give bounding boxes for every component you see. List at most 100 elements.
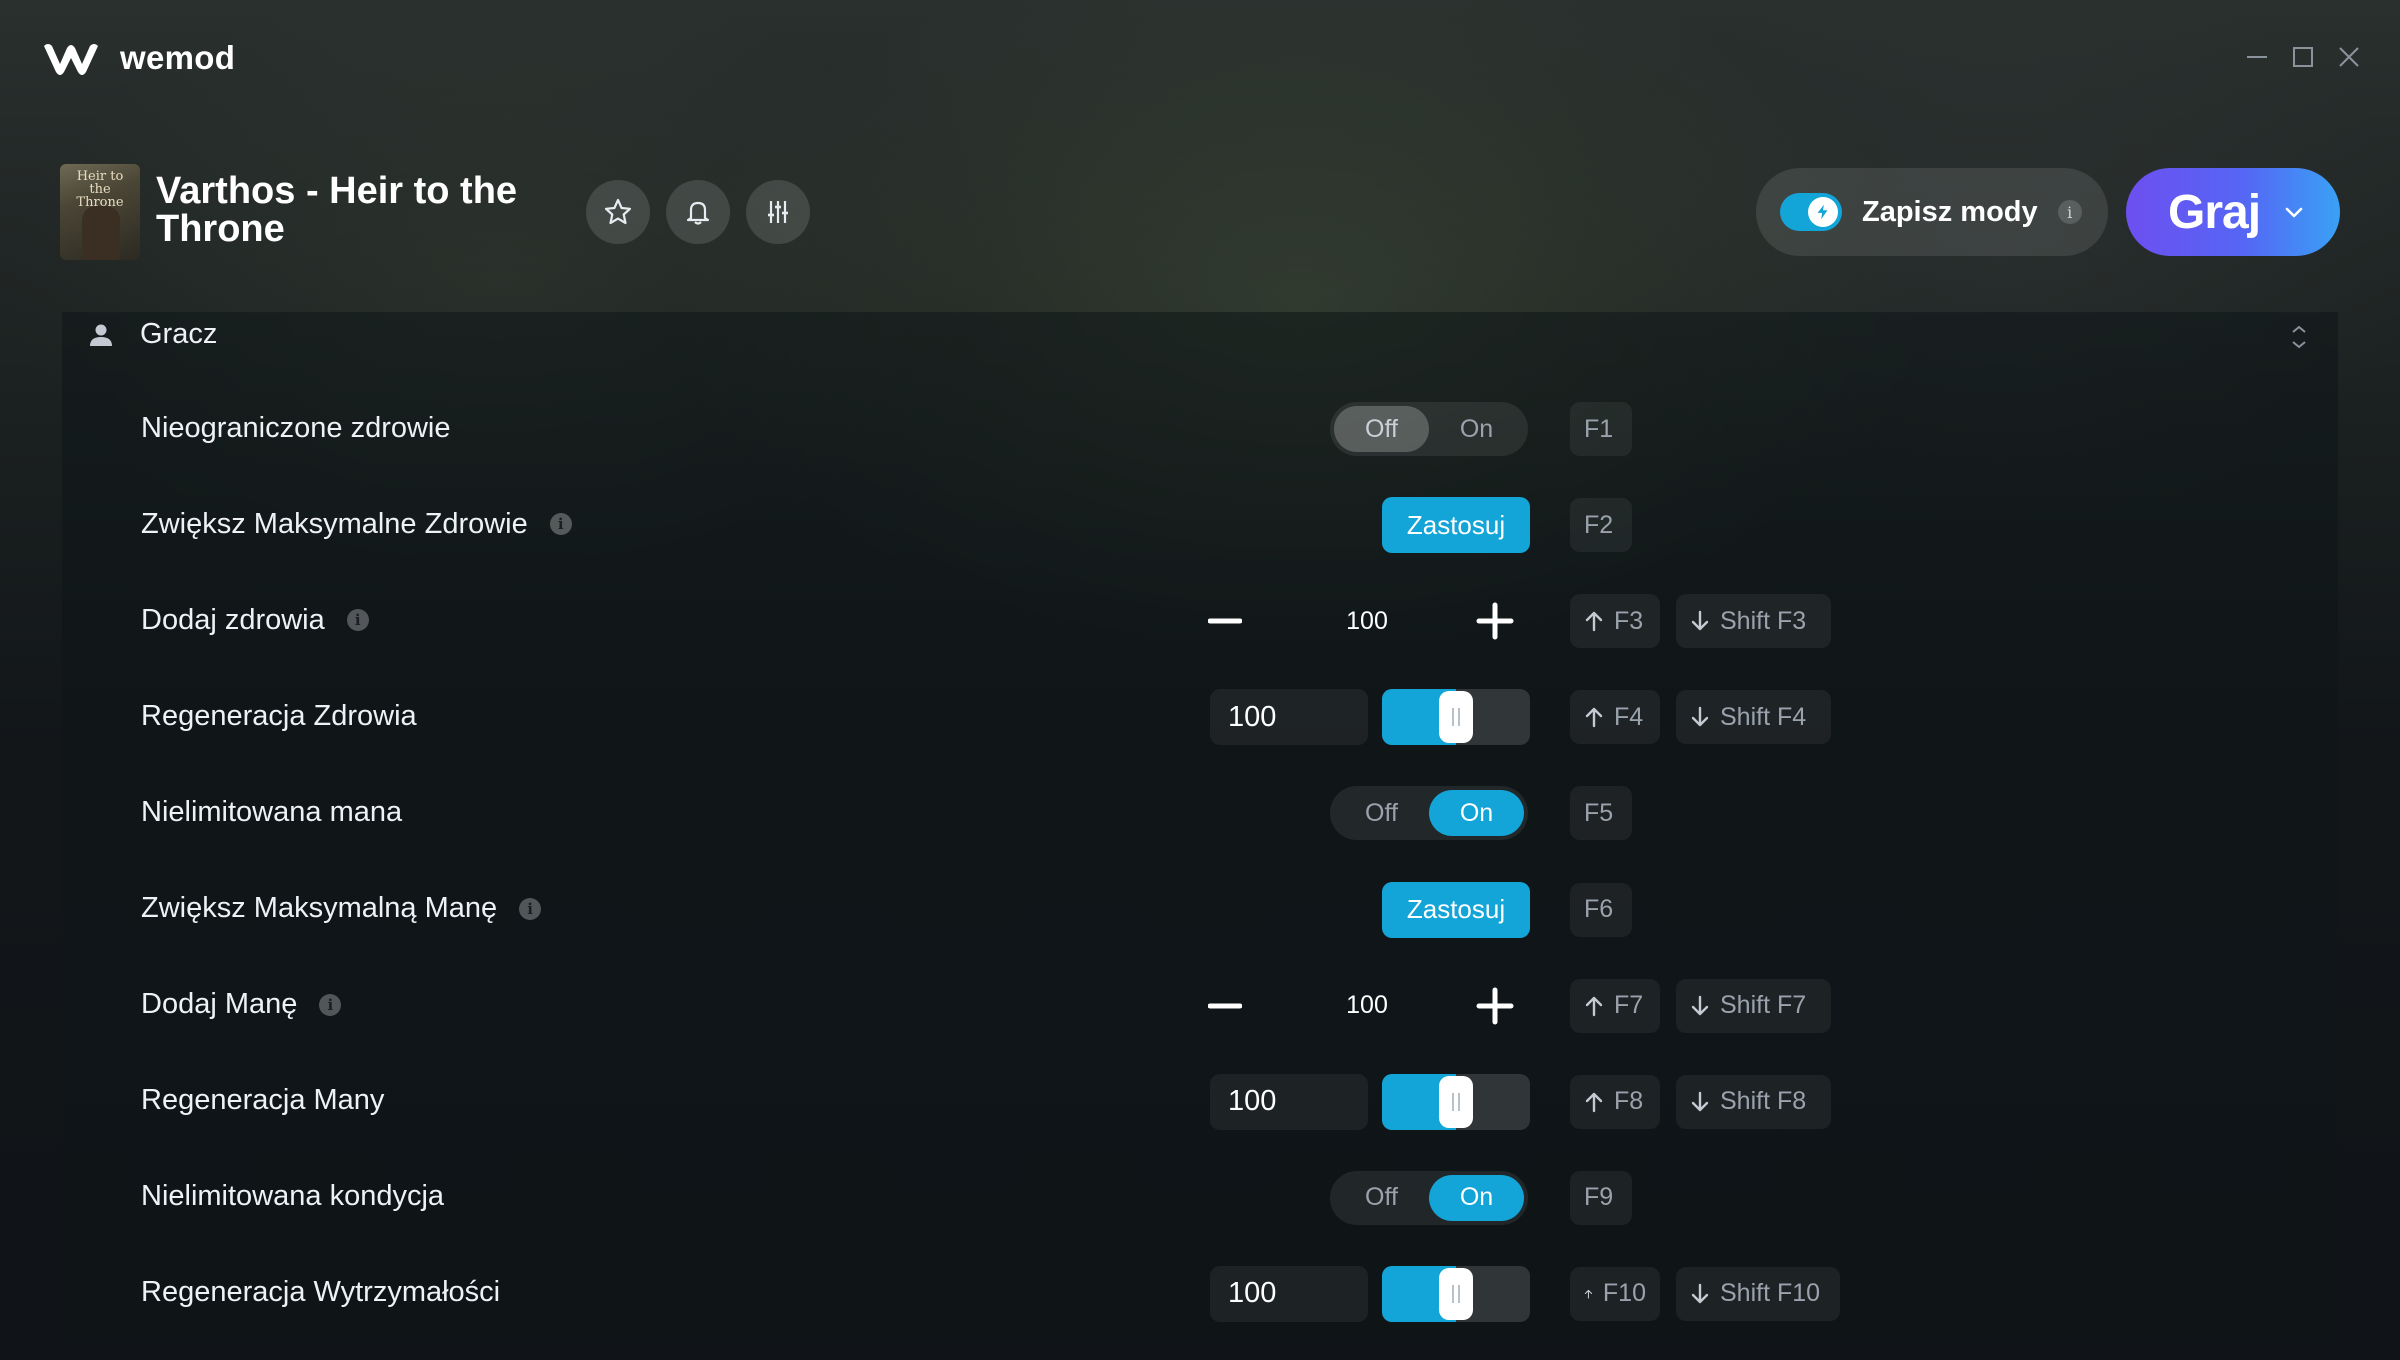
apply-button[interactable]: Zastosuj bbox=[1382, 881, 1530, 938]
value-input[interactable]: 100 bbox=[1210, 1265, 1368, 1322]
favorite-button[interactable] bbox=[586, 180, 650, 244]
hotkey-label: Shift F10 bbox=[1720, 1279, 1821, 1308]
hotkey-badge[interactable]: F4 bbox=[1570, 690, 1660, 745]
game-title: Varthos - Heir to the Throne bbox=[156, 170, 518, 250]
close-icon[interactable] bbox=[2338, 46, 2360, 68]
value-stepper: 100 bbox=[1208, 594, 1532, 648]
toggle-on-option[interactable]: On bbox=[1429, 790, 1524, 837]
info-icon[interactable]: i bbox=[549, 513, 572, 536]
hotkey-badge[interactable]: F3 bbox=[1570, 594, 1660, 649]
hotkey-badge[interactable]: Shift F10 bbox=[1676, 1266, 1840, 1321]
value-slider[interactable] bbox=[1382, 689, 1530, 746]
slider-thumb[interactable] bbox=[1439, 1267, 1473, 1320]
mod-label: Dodaj zdrowia bbox=[141, 603, 325, 636]
hotkey-label: F5 bbox=[1584, 798, 1614, 827]
game-thumbnail-title: Heir to the Throne bbox=[76, 169, 124, 210]
minus-icon[interactable] bbox=[1208, 991, 1242, 1021]
arrow-down-icon bbox=[1691, 707, 1709, 727]
mod-label: Zwiększ Maksymalne Zdrowie bbox=[141, 507, 528, 540]
arrow-up-icon bbox=[1585, 611, 1603, 632]
hotkey-badge[interactable]: Shift F4 bbox=[1676, 690, 1831, 745]
hotkey-label: F4 bbox=[1614, 702, 1644, 731]
mod-label-group: Dodaj Manę i bbox=[141, 957, 342, 1053]
play-label: Graj bbox=[2168, 185, 2261, 239]
minimize-icon[interactable] bbox=[2246, 46, 2268, 68]
stepper-value[interactable]: 100 bbox=[1292, 594, 1442, 648]
hotkey-label: F3 bbox=[1614, 606, 1644, 635]
mod-row: Nieograniczone zdrowie Off On F1 bbox=[0, 380, 2400, 476]
hotkey-badge[interactable]: F9 bbox=[1570, 1170, 1632, 1225]
notifications-button[interactable] bbox=[666, 180, 730, 244]
minus-icon[interactable] bbox=[1208, 606, 1242, 636]
hotkey-badge[interactable]: F6 bbox=[1570, 882, 1632, 937]
value-input[interactable]: 100 bbox=[1210, 689, 1368, 746]
mod-label: Regeneracja Many bbox=[141, 1084, 385, 1117]
plus-icon[interactable] bbox=[1476, 987, 1514, 1025]
collapse-icon[interactable] bbox=[2286, 322, 2312, 352]
toggle-off-option[interactable]: Off bbox=[1334, 790, 1429, 836]
slider-thumb[interactable] bbox=[1439, 691, 1473, 744]
mod-label: Regeneracja Wytrzymałości bbox=[141, 1276, 501, 1309]
play-button[interactable]: Graj bbox=[2126, 168, 2340, 256]
toggle-off-option[interactable]: Off bbox=[1334, 1175, 1429, 1221]
section-label: Gracz bbox=[140, 318, 218, 350]
hotkey-badge[interactable]: F8 bbox=[1570, 1074, 1660, 1129]
mod-toggle[interactable]: Off On bbox=[1330, 1170, 1528, 1225]
user-icon bbox=[90, 324, 112, 346]
value-slider[interactable] bbox=[1382, 1073, 1530, 1130]
save-mods-toggle[interactable] bbox=[1780, 193, 1842, 231]
mod-label: Dodaj Manę bbox=[141, 988, 298, 1021]
toggle-on-option[interactable]: On bbox=[1429, 406, 1524, 452]
hotkey-badge[interactable]: F5 bbox=[1570, 786, 1632, 841]
arrow-up-icon bbox=[1584, 1289, 1593, 1299]
mod-row: Nielimitowana kondycja Off On F9 bbox=[0, 1149, 2400, 1245]
arrow-up-icon bbox=[1585, 708, 1603, 728]
save-mods-control: Zapisz mody i bbox=[1756, 168, 2108, 256]
hotkey-label: Shift F4 bbox=[1720, 702, 1807, 731]
mod-label-group: Nielimitowana mana bbox=[141, 764, 402, 860]
value-stepper: 100 bbox=[1208, 979, 1532, 1033]
mod-toggle[interactable]: Off On bbox=[1330, 786, 1528, 841]
arrow-up-icon bbox=[1585, 1092, 1603, 1112]
arrow-down-icon bbox=[1691, 995, 1709, 1015]
star-icon bbox=[604, 198, 632, 225]
value-slider[interactable] bbox=[1382, 1265, 1530, 1322]
app-logo: wemod bbox=[40, 38, 235, 78]
hotkey-badge[interactable]: F7 bbox=[1570, 978, 1660, 1033]
apply-button[interactable]: Zastosuj bbox=[1382, 497, 1530, 554]
save-mods-info-icon[interactable]: i bbox=[2057, 200, 2082, 224]
maximize-icon[interactable] bbox=[2292, 46, 2314, 68]
value-input[interactable]: 100 bbox=[1210, 1073, 1368, 1130]
hotkey-badge[interactable]: Shift F7 bbox=[1676, 978, 1831, 1033]
section-header-player[interactable]: Gracz bbox=[86, 318, 217, 351]
hotkey-badge[interactable]: F10 bbox=[1570, 1266, 1660, 1321]
slider-thumb[interactable] bbox=[1439, 1075, 1473, 1128]
mod-label-group: Nielimitowana kondycja bbox=[141, 1149, 444, 1245]
arrow-up-icon bbox=[1585, 996, 1603, 1016]
plus-icon[interactable] bbox=[1476, 602, 1514, 640]
mod-row: Zwiększ Maksymalną Manę i Zastosuj F6 bbox=[0, 861, 2400, 957]
game-thumbnail: Heir to the Throne bbox=[60, 164, 140, 260]
info-icon[interactable]: i bbox=[346, 609, 369, 632]
mod-row: Nielimitowana mana Off On F5 bbox=[0, 764, 2400, 860]
toggle-off-option[interactable]: Off bbox=[1334, 406, 1429, 452]
hotkey-badge[interactable]: F1 bbox=[1570, 402, 1632, 456]
stepper-value[interactable]: 100 bbox=[1292, 979, 1442, 1033]
arrow-down-icon bbox=[1691, 1091, 1709, 1111]
info-icon[interactable]: i bbox=[319, 993, 342, 1016]
hotkey-badge[interactable]: Shift F3 bbox=[1676, 594, 1831, 649]
mod-label: Zwiększ Maksymalną Manę bbox=[141, 892, 498, 924]
hotkey-badge[interactable]: Shift F8 bbox=[1676, 1074, 1831, 1129]
mod-label-group: Regeneracja Many bbox=[141, 1053, 384, 1149]
arrow-down-icon bbox=[1691, 1283, 1709, 1304]
mod-row: Zwiększ Maksymalne Zdrowie i Zastosuj F2 bbox=[0, 476, 2400, 572]
hotkey-label: Shift F7 bbox=[1720, 991, 1807, 1020]
hotkey-badge[interactable]: F2 bbox=[1570, 498, 1632, 553]
toggle-on-option[interactable]: On bbox=[1429, 1174, 1524, 1221]
chevron-down-icon[interactable] bbox=[2282, 200, 2306, 224]
hotkey-label: F8 bbox=[1614, 1087, 1644, 1116]
mod-toggle[interactable]: Off On bbox=[1330, 402, 1528, 456]
info-icon[interactable]: i bbox=[519, 897, 542, 920]
game-settings-button[interactable] bbox=[746, 180, 810, 244]
hotkey-label: F2 bbox=[1584, 510, 1614, 539]
